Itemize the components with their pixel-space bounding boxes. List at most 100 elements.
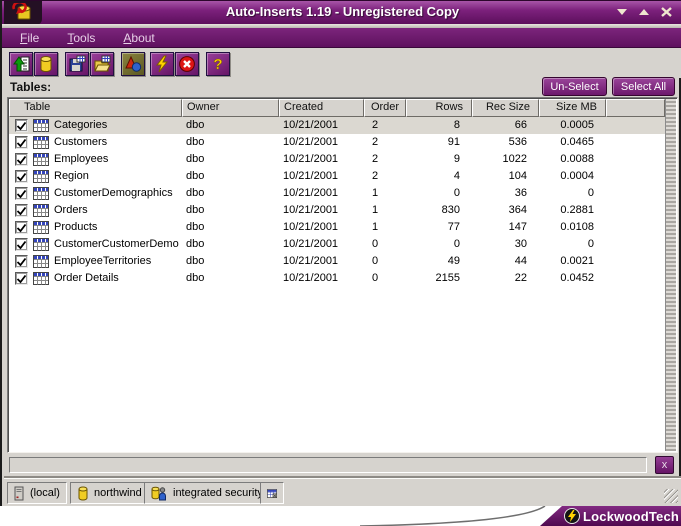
table-name: EmployeeTerritories (54, 255, 152, 267)
order-cell: 0 (372, 272, 379, 284)
help-icon[interactable]: ? (206, 52, 230, 76)
column-header-owner[interactable]: Owner (182, 99, 279, 117)
table-row[interactable]: Products dbo 10/21/2001 1 77 147 0.0108 (9, 219, 665, 236)
sizemb-cell: 0.0088 (560, 153, 594, 165)
table-row[interactable]: CustomerCustomerDemo dbo 10/21/2001 0 0 … (9, 236, 665, 253)
owner-cell: dbo (186, 272, 205, 284)
sizemb-cell: 0.0452 (560, 272, 594, 284)
status-grid-panel (260, 482, 284, 504)
table-row[interactable]: Region dbo 10/21/2001 2 4 104 0.0004 (9, 168, 665, 185)
save-script-icon[interactable] (65, 52, 89, 76)
unselect-button[interactable]: Un-Select (542, 77, 607, 96)
status-server-panel: (local) (7, 482, 67, 504)
created-cell: 10/21/2001 (283, 221, 339, 233)
row-checkbox[interactable] (15, 221, 28, 234)
titlebar[interactable]: Auto-Inserts 1.19 - Unregistered Copy (2, 0, 681, 25)
menu-file[interactable]: File (10, 30, 49, 46)
row-checkbox[interactable] (15, 136, 28, 149)
filler-cell (606, 117, 665, 134)
created-cell: 10/21/2001 (283, 204, 339, 216)
select-all-button[interactable]: Select All (612, 77, 675, 96)
table-row[interactable]: Categories dbo 10/21/2001 2 8 66 0.0005 (9, 117, 665, 134)
rows-cell: 830 (441, 204, 460, 216)
minimize-button[interactable] (615, 6, 629, 18)
table-row[interactable]: Order Details dbo 10/21/2001 0 2155 22 0… (9, 270, 665, 287)
rows-cell: 0 (453, 238, 460, 250)
recsize-cell: 22 (514, 272, 527, 284)
recsize-cell: 66 (514, 119, 527, 131)
order-cell: 0 (372, 238, 379, 250)
order-cell: 2 (372, 170, 379, 182)
progress-bar (9, 457, 647, 473)
column-header-created[interactable]: Created (279, 99, 364, 117)
rows-cell: 2155 (435, 272, 460, 284)
svg-text:?: ? (213, 56, 222, 73)
window-title: Auto-Inserts 1.19 - Unregistered Copy (225, 4, 460, 19)
filler-cell (606, 168, 665, 185)
sizemb-cell: 0.0005 (560, 119, 594, 131)
sizemb-cell: 0.2881 (560, 204, 594, 216)
resize-grip[interactable] (664, 489, 678, 503)
objects-icon[interactable] (121, 52, 145, 76)
menu-about[interactable]: About (113, 30, 164, 46)
row-checkbox[interactable] (15, 238, 28, 251)
created-cell: 10/21/2001 (283, 187, 339, 199)
table-row[interactable]: CustomerDemographics dbo 10/21/2001 1 0 … (9, 185, 665, 202)
menubar: File Tools About (2, 28, 681, 48)
row-checkbox[interactable] (15, 272, 28, 285)
order-cell: 1 (372, 187, 379, 199)
table-icon (33, 153, 49, 166)
column-header-table[interactable]: Table (9, 99, 182, 117)
row-checkbox[interactable] (15, 153, 28, 166)
recsize-cell: 147 (508, 221, 527, 233)
sizemb-cell: 0.0465 (560, 136, 594, 148)
column-header-recsize[interactable]: Rec Size (472, 99, 539, 117)
table-row[interactable]: Employees dbo 10/21/2001 2 9 1022 0.0088 (9, 151, 665, 168)
column-header-rows[interactable]: Rows (406, 99, 472, 117)
status-security-label: integrated security (173, 487, 263, 499)
sizemb-cell: 0 (587, 238, 594, 250)
menu-tools[interactable]: Tools (57, 30, 105, 46)
brand-banner: LockwoodTech (540, 506, 681, 526)
created-cell: 10/21/2001 (283, 136, 339, 148)
brand-lightning-icon (564, 508, 580, 524)
owner-cell: dbo (186, 187, 205, 199)
sizemb-cell: 0.0004 (560, 170, 594, 182)
import-table-icon[interactable] (9, 52, 33, 76)
column-header-sizemb[interactable]: Size MB (539, 99, 606, 117)
table-row[interactable]: EmployeeTerritories dbo 10/21/2001 0 49 … (9, 253, 665, 270)
status-database-panel: northwind (70, 482, 149, 504)
progress-close-button[interactable]: x (655, 456, 674, 474)
order-cell: 1 (372, 221, 379, 233)
server-icon (14, 486, 24, 500)
row-checkbox[interactable] (15, 119, 28, 132)
sizemb-cell: 0.0021 (560, 255, 594, 267)
rows-cell: 49 (447, 255, 460, 267)
table-icon (33, 221, 49, 234)
bottom-skin: LockwoodTech (0, 506, 681, 526)
table-row[interactable]: Customers dbo 10/21/2001 2 91 536 0.0465 (9, 134, 665, 151)
owner-cell: dbo (186, 255, 205, 267)
execute-lightning-icon[interactable] (150, 52, 174, 76)
database-drum-icon[interactable] (34, 52, 58, 76)
table-icon (33, 170, 49, 183)
table-name: Region (54, 170, 89, 182)
row-checkbox[interactable] (15, 187, 28, 200)
created-cell: 10/21/2001 (283, 272, 339, 284)
filler-cell (606, 151, 665, 168)
table-name: CustomerDemographics (54, 187, 173, 199)
sizemb-cell: 0.0108 (560, 221, 594, 233)
close-button[interactable] (659, 6, 673, 18)
row-checkbox[interactable] (15, 204, 28, 217)
row-checkbox[interactable] (15, 170, 28, 183)
vertical-scrollbar[interactable] (665, 99, 676, 451)
open-script-icon[interactable] (90, 52, 114, 76)
table-row[interactable]: Orders dbo 10/21/2001 1 830 364 0.2881 (9, 202, 665, 219)
table-icon (33, 136, 49, 149)
column-header-order[interactable]: Order (364, 99, 406, 117)
cancel-icon[interactable] (175, 52, 199, 76)
row-checkbox[interactable] (15, 255, 28, 268)
rows-cell: 9 (453, 153, 460, 165)
status-database-label: northwind (94, 487, 142, 499)
maximize-button[interactable] (637, 6, 651, 18)
